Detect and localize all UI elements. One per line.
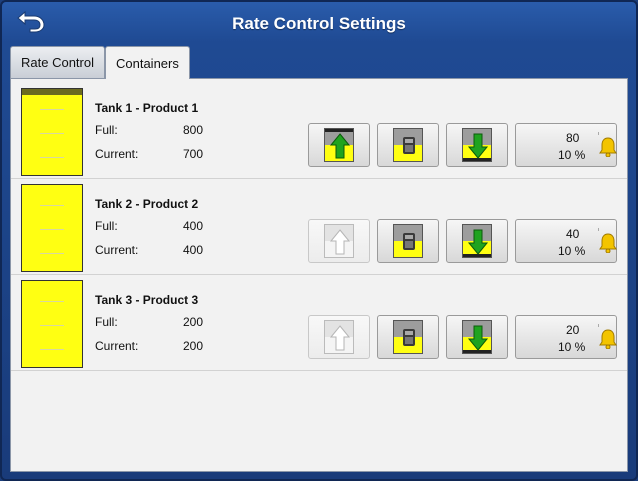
tab-rate-control[interactable]: Rate Control [10, 46, 105, 78]
full-value: 400 [182, 219, 203, 233]
empty-tank-button[interactable] [446, 315, 508, 359]
tab-label: Rate Control [21, 55, 94, 70]
full-value: 800 [182, 123, 203, 137]
calculator-icon [393, 320, 423, 354]
current-value: 400 [182, 243, 203, 257]
fill-tank-button[interactable] [308, 219, 370, 263]
full-label: Full: [95, 123, 118, 137]
alarm-settings-button[interactable]: 80 10 % [515, 123, 617, 167]
current-value: 700 [182, 147, 203, 161]
page-title: Rate Control Settings [232, 14, 406, 33]
tab-label: Containers [115, 55, 179, 71]
tank-container-icon [21, 280, 83, 368]
alarm-percent-value: 10 % [558, 244, 586, 258]
fill-tank-up-arrow-icon [324, 320, 354, 354]
alarm-percent-value: 10 % [558, 340, 586, 354]
full-label: Full: [95, 315, 118, 329]
alarm-level-value: 20 [566, 323, 580, 337]
tank-name: Tank 3 - Product 3 [95, 293, 199, 307]
containers-panel: Tank 1 - Product 1 Full: 800 Current: 70… [10, 78, 628, 472]
calculator-icon [393, 128, 423, 162]
current-label: Current: [95, 339, 139, 353]
tank-row: Tank 3 - Product 3 Full: 200 Current: 20… [11, 275, 627, 371]
calculator-icon [393, 224, 423, 258]
empty-tank-down-arrow-icon [462, 128, 492, 162]
empty-tank-button[interactable] [446, 219, 508, 263]
tank-name: Tank 2 - Product 2 [95, 197, 199, 211]
tank-row: Tank 2 - Product 2 Full: 400 Current: 40… [11, 179, 627, 275]
title-bar: Rate Control Settings [2, 2, 636, 46]
alarm-level-value: 80 [566, 131, 580, 145]
alarm-bell-icon [598, 329, 618, 354]
tank-container-icon [21, 184, 83, 272]
empty-tank-down-arrow-icon [462, 224, 492, 258]
app-window: Rate Control Settings Rate Control Conta… [0, 0, 638, 481]
alarm-settings-button[interactable]: 20 10 % [515, 315, 617, 359]
alarm-bell-icon [598, 233, 618, 258]
alarm-percent-value: 10 % [558, 148, 586, 162]
fill-tank-up-arrow-icon [324, 128, 354, 162]
back-button[interactable] [14, 6, 48, 40]
empty-tank-down-arrow-icon [462, 320, 492, 354]
full-label: Full: [95, 219, 118, 233]
current-value: 200 [182, 339, 203, 353]
tab-containers[interactable]: Containers [104, 46, 190, 79]
alarm-bell-icon [598, 137, 618, 162]
tank-container-icon [21, 88, 83, 176]
fill-tank-up-arrow-icon [324, 224, 354, 258]
fill-tank-button[interactable] [308, 315, 370, 359]
current-label: Current: [95, 147, 139, 161]
back-arrow-icon [16, 9, 46, 38]
alarm-settings-button[interactable]: 40 10 % [515, 219, 617, 263]
calculator-button[interactable] [377, 315, 439, 359]
empty-tank-button[interactable] [446, 123, 508, 167]
full-value: 200 [182, 315, 203, 329]
alarm-level-value: 40 [566, 227, 580, 241]
calculator-button[interactable] [377, 219, 439, 263]
tank-row: Tank 1 - Product 1 Full: 800 Current: 70… [11, 83, 627, 179]
calculator-button[interactable] [377, 123, 439, 167]
tank-name: Tank 1 - Product 1 [95, 101, 199, 115]
current-label: Current: [95, 243, 139, 257]
tab-bar: Rate Control Containers [10, 46, 190, 79]
fill-tank-button[interactable] [308, 123, 370, 167]
